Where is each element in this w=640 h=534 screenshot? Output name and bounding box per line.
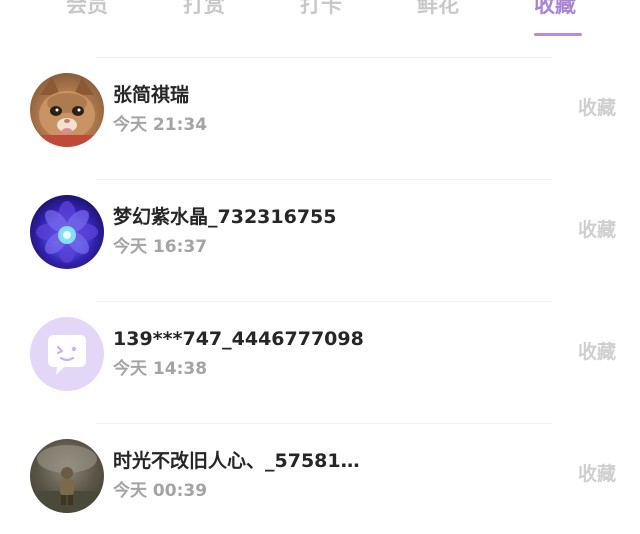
user-name: 时光不改旧人心、_57581… — [113, 450, 360, 472]
figure-photo-icon — [30, 445, 104, 513]
avatar-cat-photo[interactable] — [30, 73, 104, 147]
favorites-list: 张简祺瑞 今天 21:34 收藏 梦幻紫水晶_732316755 今天 16:3… — [0, 58, 640, 534]
tab-checkin[interactable]: 打卡 — [300, 0, 342, 22]
timestamp: 今天 16:37 — [113, 237, 208, 257]
avatar-crystal-flower[interactable] — [30, 195, 104, 269]
timestamp: 今天 21:34 — [113, 115, 208, 135]
list-item[interactable]: 时光不改旧人心、_57581… 今天 00:39 收藏 — [0, 424, 640, 534]
tab-bar: 会员 打赏 打卡 鲜花 收藏 — [0, 0, 640, 40]
user-name: 张简祺瑞 — [113, 84, 190, 106]
tab-reward[interactable]: 打赏 — [183, 0, 225, 22]
tab-flowers[interactable]: 鲜花 — [417, 0, 459, 22]
user-name: 梦幻紫水晶_732316755 — [113, 206, 337, 228]
action-label: 收藏 — [577, 463, 616, 485]
avatar-figure-photo[interactable] — [30, 439, 104, 513]
chat-bubble-icon — [48, 335, 86, 375]
action-label: 收藏 — [577, 341, 616, 363]
timestamp: 今天 14:38 — [113, 359, 208, 379]
list-item[interactable]: 梦幻紫水晶_732316755 今天 16:37 收藏 — [0, 180, 640, 302]
crystal-flower-icon — [36, 201, 98, 263]
page: 会员 打赏 打卡 鲜花 收藏 张简祺瑞 今天 21:34 收藏 梦幻紫水晶_73… — [0, 0, 640, 534]
list-item[interactable]: 张简祺瑞 今天 21:34 收藏 — [0, 58, 640, 180]
timestamp: 今天 00:39 — [113, 481, 208, 501]
action-label: 收藏 — [577, 97, 616, 119]
action-label: 收藏 — [577, 219, 616, 241]
active-tab-indicator — [534, 33, 582, 36]
user-name: 139***747_4446777098 — [113, 328, 364, 350]
list-item[interactable]: 139***747_4446777098 今天 14:38 收藏 — [0, 302, 640, 424]
avatar-default[interactable] — [30, 317, 104, 391]
tab-favorites[interactable]: 收藏 — [534, 0, 576, 22]
tab-member[interactable]: 会员 — [66, 0, 108, 22]
cat-face-icon — [30, 77, 104, 147]
